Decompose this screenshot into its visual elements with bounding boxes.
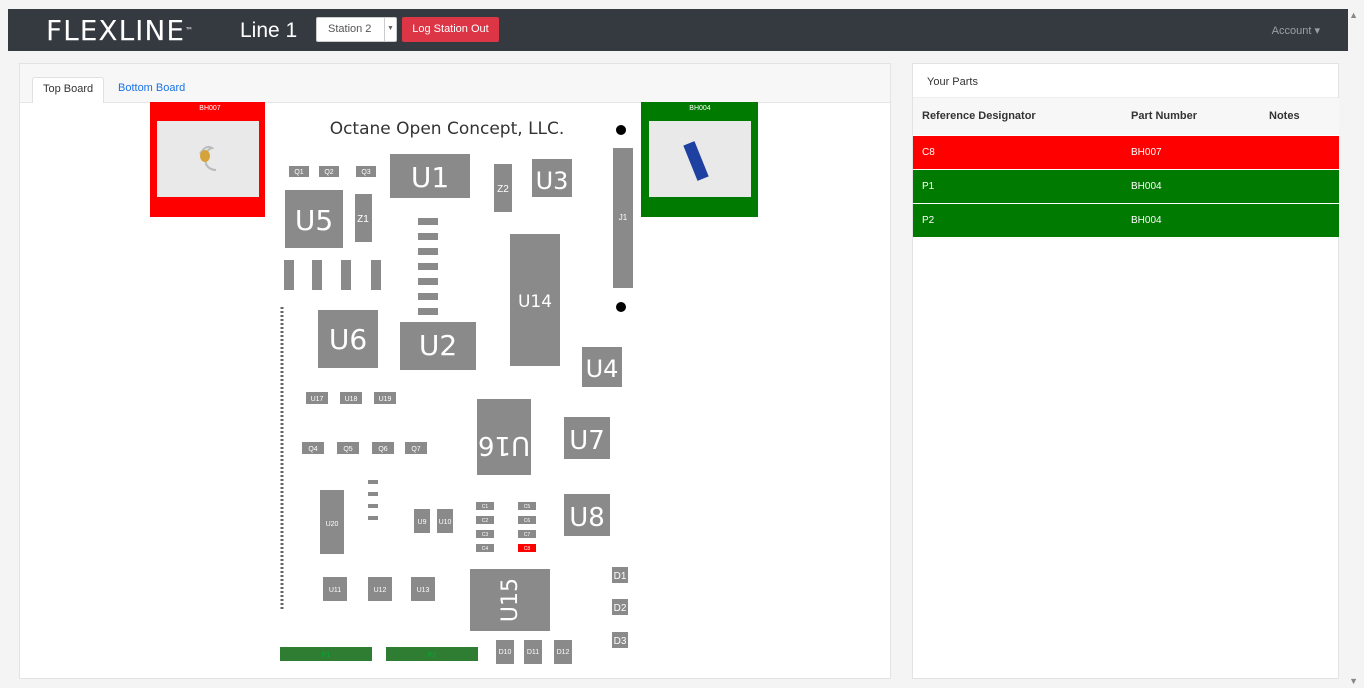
tab-bottom-board[interactable]: Bottom Board: [108, 77, 195, 103]
notes-cell: [1260, 134, 1339, 169]
svg-text:C8: C8: [524, 546, 531, 552]
svg-text:D2: D2: [614, 603, 627, 614]
board-tabs: Top Board Bottom Board: [20, 64, 890, 103]
pcb-board-graphic: BH007 BH004 Octane Open Concept, LLC. J1…: [150, 102, 758, 664]
ref-cell: P2: [913, 202, 1122, 237]
svg-text:Z2: Z2: [497, 184, 509, 195]
svg-text:U6: U6: [329, 323, 367, 356]
svg-text:U2: U2: [419, 329, 457, 362]
svg-text:U11: U11: [329, 587, 341, 594]
svg-text:U17: U17: [311, 396, 324, 403]
scroll-down-arrow-icon[interactable]: ▼: [1349, 676, 1358, 686]
your-parts-panel: Your Parts Reference Designator Part Num…: [912, 63, 1339, 679]
svg-text:C3: C3: [482, 532, 489, 538]
table-row[interactable]: C8 BH007: [913, 134, 1339, 169]
svg-text:C4: C4: [482, 546, 489, 552]
ref-cell: P1: [913, 168, 1122, 203]
board-card: Top Board Bottom Board BH007 BH004 Octan…: [19, 63, 891, 679]
svg-text:U18: U18: [345, 396, 358, 403]
svg-text:U3: U3: [536, 167, 569, 195]
part-cell: BH004: [1122, 168, 1260, 203]
svg-text:U19: U19: [379, 396, 392, 403]
svg-text:U4: U4: [586, 355, 619, 383]
svg-text:C2: C2: [482, 518, 489, 524]
table-row[interactable]: P2 BH004: [913, 202, 1339, 237]
svg-text:U10: U10: [439, 519, 452, 526]
line-title: Line 1: [240, 19, 298, 42]
brand-text: FLEXLINE: [46, 14, 186, 47]
svg-text:C6: C6: [524, 518, 531, 524]
notes-cell: [1260, 168, 1339, 203]
brand-tm: ™: [185, 26, 195, 35]
svg-text:C5: C5: [524, 504, 531, 510]
svg-text:Q6: Q6: [378, 446, 387, 453]
svg-text:Z1: Z1: [357, 214, 369, 225]
svg-text:C7: C7: [524, 532, 531, 538]
table-row[interactable]: P1 BH004: [913, 168, 1339, 203]
account-menu[interactable]: Account ▾: [1272, 24, 1320, 37]
your-parts-title: Your Parts: [913, 64, 1338, 98]
part-cell: BH004: [1122, 202, 1260, 237]
brand-logo[interactable]: FLEXLINE™: [46, 17, 194, 45]
svg-text:J1: J1: [619, 213, 628, 222]
svg-text:Q7: Q7: [411, 446, 420, 453]
callout-green-label: BH004: [689, 105, 711, 112]
svg-text:U12: U12: [374, 587, 387, 594]
svg-text:Q2: Q2: [324, 169, 333, 176]
svg-text:P2: P2: [428, 652, 437, 659]
col-reference-designator: Reference Designator: [913, 98, 1122, 135]
svg-text:U9: U9: [418, 519, 427, 526]
svg-text:U5: U5: [295, 204, 333, 237]
connector-p1: P1: [280, 647, 372, 661]
log-station-out-button[interactable]: Log Station Out: [402, 17, 499, 42]
col-notes: Notes: [1260, 98, 1339, 135]
svg-text:D3: D3: [614, 636, 627, 647]
station-select-value: Station 2: [328, 23, 372, 35]
col-part-number: Part Number: [1122, 98, 1260, 135]
tab-top-board[interactable]: Top Board: [32, 77, 105, 103]
navbar: FLEXLINE™ Line 1 Station 2 ▼ Log Station…: [8, 9, 1348, 51]
svg-text:Q4: Q4: [308, 446, 317, 453]
svg-text:U1: U1: [411, 161, 449, 194]
svg-text:C1: C1: [482, 504, 489, 510]
svg-text:U14: U14: [518, 292, 552, 312]
svg-text:D11: D11: [527, 649, 539, 656]
scroll-up-arrow-icon[interactable]: ▲: [1349, 10, 1358, 20]
callout-green[interactable]: BH004: [641, 102, 758, 217]
company-label: Octane Open Concept, LLC.: [330, 119, 565, 139]
svg-text:Q1: Q1: [294, 169, 303, 176]
svg-text:U8: U8: [569, 503, 605, 533]
parts-table: Reference Designator Part Number Notes C…: [913, 98, 1339, 237]
pcb-view: BH007 BH004 Octane Open Concept, LLC. J1…: [150, 102, 760, 680]
svg-text:D1: D1: [614, 571, 627, 582]
connector-p2: P2: [386, 647, 478, 661]
station-select[interactable]: Station 2 ▼: [316, 17, 397, 42]
part-cell: BH007: [1122, 134, 1260, 169]
callout-red-label: BH007: [199, 105, 221, 112]
svg-text:D12: D12: [557, 649, 570, 656]
callout-red[interactable]: BH007: [150, 102, 265, 217]
svg-text:Q3: Q3: [361, 169, 370, 176]
svg-text:P1: P1: [322, 652, 331, 659]
notes-cell: [1260, 202, 1339, 237]
svg-text:U13: U13: [417, 587, 430, 594]
svg-text:U15: U15: [498, 578, 523, 622]
svg-text:U16: U16: [478, 430, 530, 460]
svg-text:U20: U20: [326, 521, 339, 528]
svg-text:U7: U7: [569, 426, 605, 456]
svg-text:D10: D10: [499, 649, 512, 656]
chevron-down-icon: ▼: [384, 18, 396, 41]
ref-cell: C8: [913, 134, 1122, 169]
svg-text:Q5: Q5: [343, 446, 352, 453]
